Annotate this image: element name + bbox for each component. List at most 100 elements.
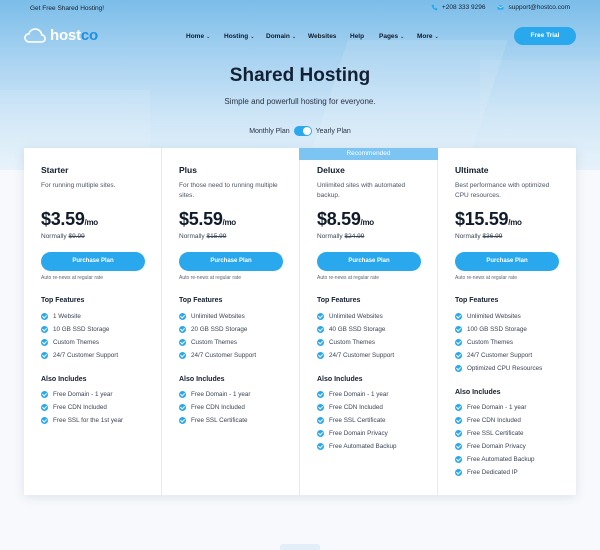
old-price: $9.99 <box>68 233 85 240</box>
normally-label: Normally <box>41 233 67 240</box>
promo-text: Get Free Shared Hosting! <box>30 5 105 12</box>
plan-price: $8.59/mo <box>317 209 374 230</box>
check-icon <box>41 417 48 424</box>
yearly-plan-label[interactable]: Yearly Plan <box>316 128 351 135</box>
plan-description: For running multiple sites. <box>41 182 116 189</box>
feature-text: Free Domain - 1 year <box>467 404 527 411</box>
nav-item-help[interactable]: Help <box>350 33 379 40</box>
list-item: Free Domain - 1 year <box>455 401 535 414</box>
phone-contact[interactable]: +208 333 9296 <box>431 4 485 11</box>
list-item: Unlimited Websites <box>179 310 256 323</box>
list-item: 100 GB SSD Storage <box>455 323 542 336</box>
feature-text: Free Automated Backup <box>467 456 535 463</box>
billing-toggle: Monthly Plan Yearly Plan <box>0 126 600 136</box>
purchase-plan-button[interactable]: Purchase Plan <box>455 252 559 271</box>
plan-description: For those need to running multiple sites… <box>179 182 278 199</box>
top-features-heading: Top Features <box>317 297 361 304</box>
brand-logo[interactable]: hostco <box>24 27 98 44</box>
brand-name-part: host <box>50 27 81 44</box>
free-trial-button[interactable]: Free Trial <box>514 27 576 45</box>
switch-knob <box>302 127 311 135</box>
email-contact[interactable]: support@hostco.com <box>497 4 570 11</box>
monthly-plan-label[interactable]: Monthly Plan <box>249 128 289 135</box>
check-icon <box>317 352 324 359</box>
nav-item-hosting[interactable]: Hosting ⌄ <box>224 33 266 40</box>
list-item: Free Domain - 1 year <box>41 388 123 401</box>
main-navigation: hostco Home ⌄ Hosting ⌄ Domain ⌄ Websites H… <box>0 24 600 52</box>
check-icon <box>455 352 462 359</box>
feature-text: Free Domain - 1 year <box>191 391 251 398</box>
plan-price: $3.59/mo <box>41 209 98 230</box>
pricing-cards: Starter For running multiple sites. $3.5… <box>24 148 576 495</box>
nav-label: Domain <box>266 33 290 40</box>
plan-description: Best performance with optimized CPU reso… <box>455 182 550 199</box>
feature-text: Free SSL Certificate <box>467 430 524 437</box>
price-period: /mo <box>84 218 99 227</box>
list-item: Free SSL Certificate <box>317 414 397 427</box>
check-icon <box>317 417 324 424</box>
normal-price: Normally $9.99 <box>41 233 85 240</box>
feature-text: Custom Themes <box>467 339 514 346</box>
page-bottom-decor <box>280 544 320 550</box>
check-icon <box>455 456 462 463</box>
nav-label: Hosting <box>224 33 249 40</box>
feature-text: Free SSL Certificate <box>191 417 248 424</box>
plan-name: Starter <box>41 165 69 175</box>
list-item: Free Domain - 1 year <box>179 388 251 401</box>
nav-item-pages[interactable]: Pages ⌄ <box>379 33 417 40</box>
check-icon <box>179 352 186 359</box>
price-period: /mo <box>222 218 237 227</box>
check-icon <box>179 339 186 346</box>
list-item: Custom Themes <box>41 336 118 349</box>
chevron-down-icon: ⌄ <box>250 33 255 40</box>
price-amount: $15.59 <box>455 209 509 229</box>
brand-name: hostco <box>50 27 98 44</box>
feature-text: Free Domain - 1 year <box>53 391 113 398</box>
plan-name: Plus <box>179 165 197 175</box>
nav-label: Home <box>186 33 205 40</box>
check-icon <box>455 326 462 333</box>
feature-text: Optimized CPU Resources <box>467 365 543 372</box>
nav-item-more[interactable]: More ⌄ <box>417 33 451 40</box>
purchase-plan-button[interactable]: Purchase Plan <box>179 252 283 271</box>
chevron-down-icon: ⌄ <box>291 33 297 40</box>
feature-text: 24/7 Customer Support <box>53 352 119 359</box>
check-icon <box>41 313 48 320</box>
nav-item-domain[interactable]: Domain ⌄ <box>266 33 308 40</box>
top-features-list: Unlimited Websites 100 GB SSD Storage Cu… <box>455 310 542 375</box>
feature-text: Free CDN Included <box>467 417 521 424</box>
nav-item-websites[interactable]: Websites <box>308 33 350 40</box>
nav-label: More <box>417 33 433 40</box>
normally-label: Normally <box>455 233 481 240</box>
normal-price: Normally $36.99 <box>455 233 502 240</box>
price-amount: $5.59 <box>179 209 223 229</box>
check-icon <box>317 313 324 320</box>
check-icon <box>455 339 462 346</box>
feature-text: Unlimited Websites <box>191 313 245 320</box>
check-icon <box>317 443 324 450</box>
list-item: Unlimited Websites <box>317 310 394 323</box>
feature-text: Free Dedicated IP <box>467 469 518 476</box>
list-item: Free Domain Privacy <box>455 440 535 453</box>
feature-text: Free Domain Privacy <box>329 430 388 437</box>
feature-text: Free Domain Privacy <box>467 443 526 450</box>
feature-text: Custom Themes <box>329 339 376 346</box>
feature-text: Free Automated Backup <box>329 443 397 450</box>
purchase-plan-button[interactable]: Purchase Plan <box>317 252 421 271</box>
page-title: Shared Hosting <box>229 65 371 86</box>
price-amount: $3.59 <box>41 209 85 229</box>
nav-menu: Home ⌄ Hosting ⌄ Domain ⌄ Websites Help Pag… <box>186 33 451 40</box>
nav-label: Websites <box>308 33 337 40</box>
top-bar: Get Free Shared Hosting! +208 333 9296 s… <box>0 0 600 17</box>
billing-switch[interactable] <box>293 126 312 136</box>
nav-label: Help <box>350 33 365 40</box>
check-icon <box>41 326 48 333</box>
purchase-plan-button[interactable]: Purchase Plan <box>41 252 145 271</box>
phone-icon <box>431 4 438 11</box>
feature-text: Free Domain - 1 year <box>329 391 389 398</box>
feature-text: 24/7 Customer Support <box>329 352 395 359</box>
renew-note: Auto re-news at regular rate <box>455 275 517 281</box>
also-includes-list: Free Domain - 1 year Free CDN Included F… <box>317 388 397 453</box>
nav-item-home[interactable]: Home ⌄ <box>186 33 224 40</box>
mail-icon <box>498 5 504 10</box>
